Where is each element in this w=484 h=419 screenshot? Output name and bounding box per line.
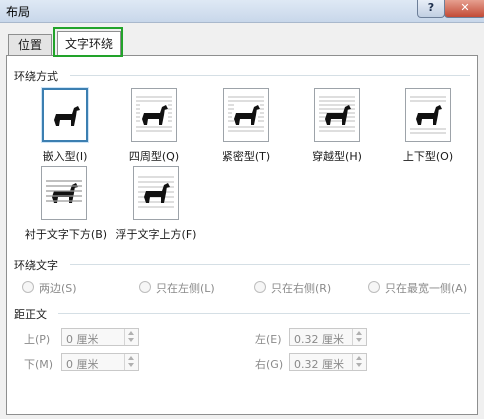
section-divider bbox=[58, 313, 470, 314]
bottom-distance-spinner[interactable]: 0 厘米 bbox=[61, 353, 139, 371]
spinner-arrows-icon[interactable] bbox=[124, 329, 138, 345]
wrap-text-title: 环绕文字 bbox=[14, 259, 58, 272]
tab-highlight-box bbox=[53, 27, 123, 57]
in-front-wrap-icon bbox=[133, 166, 179, 220]
wrap-option-label: 紧密型(T) bbox=[221, 150, 271, 163]
radio-button-icon bbox=[254, 281, 266, 293]
wrap-option-label: 穿越型(H) bbox=[312, 150, 362, 163]
wrap-style-title: 环绕方式 bbox=[14, 70, 58, 83]
top-bottom-wrap-icon bbox=[405, 88, 451, 142]
help-button[interactable]: ? bbox=[417, 0, 445, 18]
wrap-option-in-front[interactable]: 浮于文字上方(F) bbox=[113, 166, 223, 246]
behind-text-wrap-icon bbox=[41, 166, 87, 220]
top-distance-spinner[interactable]: 0 厘米 bbox=[61, 328, 139, 346]
wrap-option-label: 上下型(O) bbox=[402, 150, 454, 163]
spinner-value: 0.32 厘米 bbox=[294, 333, 344, 346]
wrap-option-label: 嵌入型(I) bbox=[42, 150, 88, 163]
radio-largest-only[interactable]: 只在最宽一侧(A) bbox=[368, 280, 467, 296]
wrap-option-top-bottom[interactable]: 上下型(O) bbox=[378, 88, 484, 168]
radio-right-only[interactable]: 只在右侧(R) bbox=[254, 280, 331, 296]
radio-button-icon bbox=[139, 281, 151, 293]
radio-label: 两边(S) bbox=[39, 282, 77, 295]
spinner-arrows-icon[interactable] bbox=[124, 354, 138, 370]
right-distance-label: 右(G) bbox=[255, 358, 284, 371]
section-divider bbox=[70, 264, 470, 265]
right-distance-spinner[interactable]: 0.32 厘米 bbox=[289, 353, 367, 371]
radio-label: 只在右侧(R) bbox=[271, 282, 332, 295]
wrap-option-behind-text[interactable]: 衬于文字下方(B) bbox=[8, 166, 118, 246]
radio-label: 只在最宽一侧(A) bbox=[385, 282, 468, 295]
wrap-option-label: 四周型(Q) bbox=[128, 150, 180, 163]
distance-title: 距正文 bbox=[14, 308, 47, 321]
wrap-option-label: 浮于文字上方(F) bbox=[115, 228, 197, 241]
radio-button-icon bbox=[22, 281, 34, 293]
spinner-value: 0 厘米 bbox=[66, 333, 99, 346]
dialog-title: 布局 bbox=[6, 5, 31, 19]
radio-label: 只在左侧(L) bbox=[156, 282, 215, 295]
left-distance-spinner[interactable]: 0.32 厘米 bbox=[289, 328, 367, 346]
square-wrap-icon bbox=[131, 88, 177, 142]
tight-wrap-icon bbox=[223, 88, 269, 142]
bottom-distance-label: 下(M) bbox=[24, 358, 54, 371]
section-divider bbox=[70, 75, 470, 76]
spinner-arrows-icon[interactable] bbox=[352, 329, 366, 345]
through-wrap-icon bbox=[314, 88, 360, 142]
left-distance-label: 左(E) bbox=[255, 333, 282, 346]
spinner-value: 0.32 厘米 bbox=[294, 358, 344, 371]
title-bar: 布局 ? ✕ bbox=[0, 0, 484, 23]
radio-button-icon bbox=[368, 281, 380, 293]
spinner-arrows-icon[interactable] bbox=[352, 354, 366, 370]
radio-left-only[interactable]: 只在左侧(L) bbox=[139, 280, 215, 296]
spinner-value: 0 厘米 bbox=[66, 358, 99, 371]
tab-position[interactable]: 位置 bbox=[8, 34, 52, 55]
top-distance-label: 上(P) bbox=[24, 333, 51, 346]
wrap-option-label: 衬于文字下方(B) bbox=[24, 228, 108, 241]
inline-wrap-icon bbox=[42, 88, 88, 142]
radio-both-sides[interactable]: 两边(S) bbox=[22, 280, 77, 296]
close-button[interactable]: ✕ bbox=[444, 0, 484, 18]
